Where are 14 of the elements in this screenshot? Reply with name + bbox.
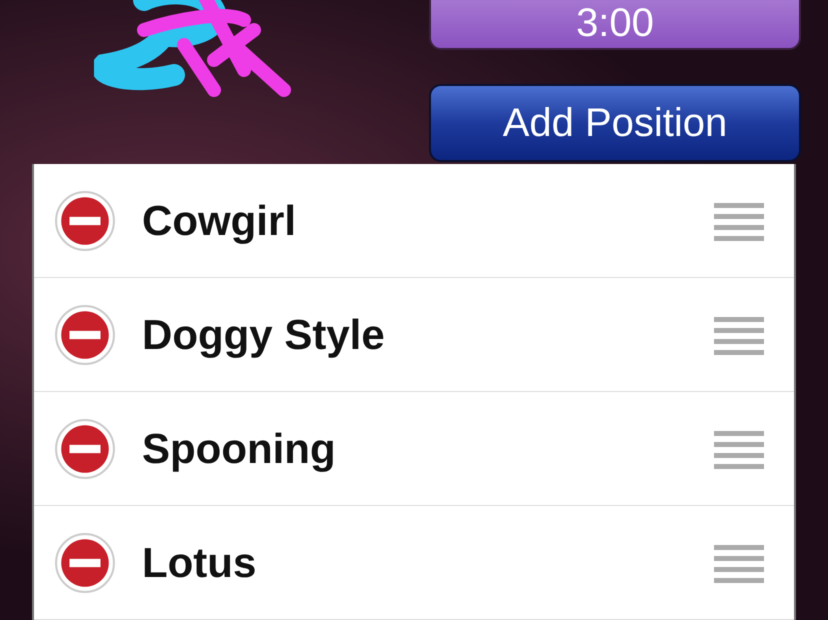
delete-icon[interactable]	[54, 190, 116, 252]
reorder-grip-icon[interactable]	[714, 428, 764, 468]
position-name: Doggy Style	[142, 310, 386, 358]
reorder-grip-icon[interactable]	[714, 200, 764, 240]
add-position-button[interactable]: Add Position	[429, 84, 801, 162]
reorder-grip-icon[interactable]	[714, 314, 764, 354]
delete-icon[interactable]	[54, 304, 116, 366]
position-name: Lotus	[142, 538, 258, 586]
timer-button[interactable]: 3:00	[429, 0, 801, 50]
delete-icon[interactable]	[54, 418, 116, 480]
delete-icon[interactable]	[54, 532, 116, 594]
position-name: Spooning	[142, 424, 337, 472]
position-name: Cowgirl	[142, 196, 297, 244]
reorder-grip-icon[interactable]	[714, 542, 764, 582]
